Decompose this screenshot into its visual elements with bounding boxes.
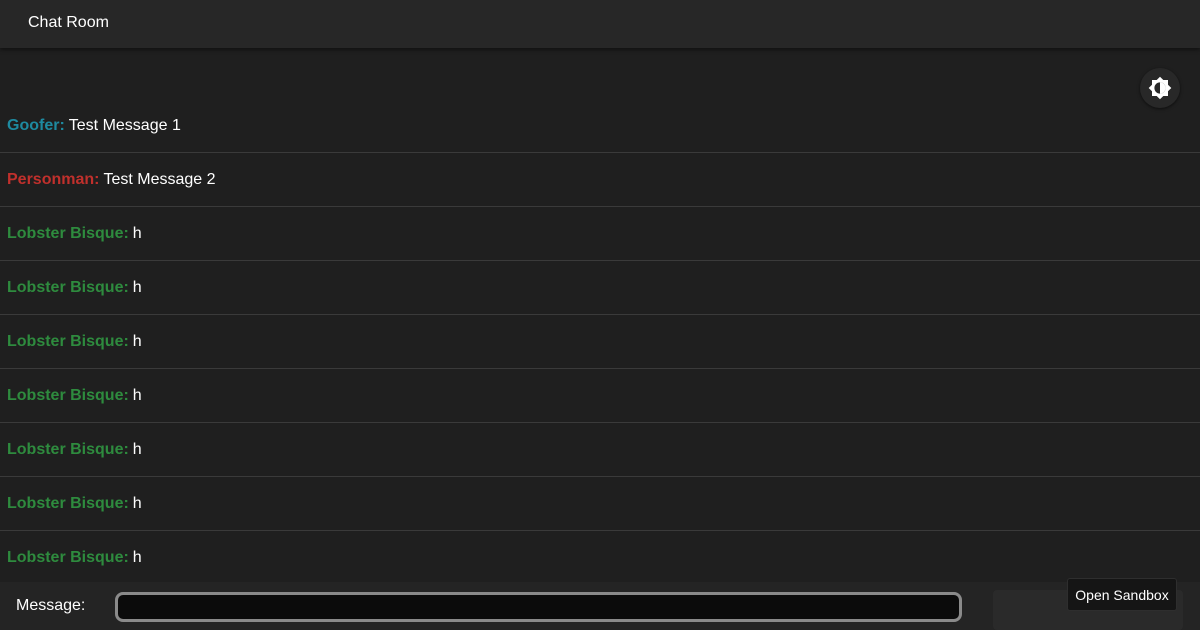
chat-app: Chat Room Goofer: Test Message 1 Personm…	[0, 0, 1200, 630]
message-author: Goofer:	[7, 116, 65, 134]
message-list: Goofer: Test Message 1 Personman: Test M…	[0, 99, 1200, 585]
message-text: h	[132, 494, 142, 512]
list-item: Lobster Bisque: h	[0, 261, 1200, 315]
message-author: Lobster Bisque:	[7, 224, 129, 242]
message-text: h	[132, 278, 142, 296]
message-composer: Message:	[0, 582, 1200, 630]
message-author: Lobster Bisque:	[7, 549, 129, 566]
list-item: Lobster Bisque: h	[0, 369, 1200, 423]
list-item: Lobster Bisque: h	[0, 423, 1200, 477]
message-text: h	[132, 386, 142, 404]
list-item: Lobster Bisque: h	[0, 207, 1200, 261]
brightness-icon	[1148, 76, 1172, 100]
theme-toggle-button[interactable]	[1140, 68, 1180, 108]
open-sandbox-button[interactable]: Open Sandbox	[1067, 578, 1177, 611]
message-input[interactable]	[115, 592, 962, 622]
message-text: h	[132, 549, 142, 566]
message-author: Lobster Bisque:	[7, 278, 129, 296]
message-text: Test Message 1	[68, 116, 181, 134]
list-item: Lobster Bisque: h	[0, 531, 1200, 585]
app-bar: Chat Room	[0, 0, 1200, 48]
message-text: h	[132, 440, 142, 458]
list-item: Personman: Test Message 2	[0, 153, 1200, 207]
message-author: Lobster Bisque:	[7, 332, 129, 350]
message-text: Test Message 2	[103, 170, 216, 188]
message-author: Lobster Bisque:	[7, 386, 129, 404]
message-author: Personman:	[7, 170, 100, 188]
list-item: Lobster Bisque: h	[0, 477, 1200, 531]
page-title: Chat Room	[28, 14, 109, 31]
message-text: h	[132, 332, 142, 350]
message-author: Lobster Bisque:	[7, 494, 129, 512]
list-item: Goofer: Test Message 1	[0, 99, 1200, 153]
message-text: h	[132, 224, 142, 242]
message-label: Message:	[16, 597, 86, 614]
message-author: Lobster Bisque:	[7, 440, 129, 458]
list-item: Lobster Bisque: h	[0, 315, 1200, 369]
